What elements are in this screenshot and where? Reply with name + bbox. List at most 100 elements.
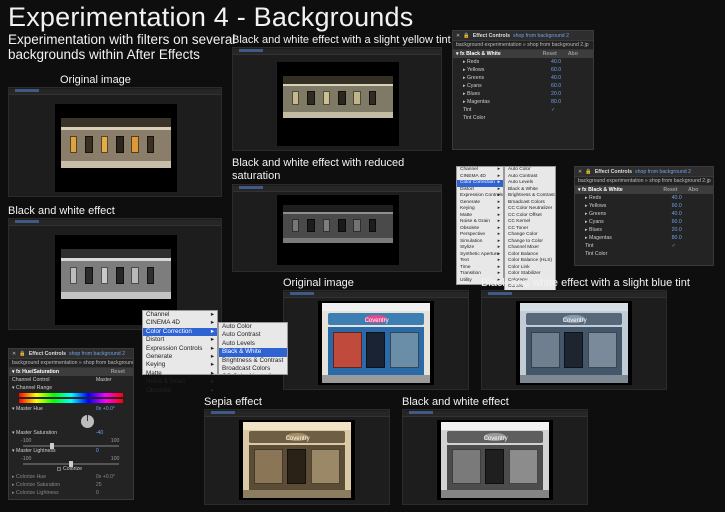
caption-bw-building: Black and white effect bbox=[8, 205, 115, 217]
reset-link[interactable]: Reset bbox=[543, 50, 568, 58]
menu-item[interactable]: Black & White bbox=[219, 348, 287, 357]
effect-controls-panel-hue[interactable]: ✕ 🔒 Effect Controls shop from background… bbox=[8, 348, 134, 500]
hue-dial[interactable] bbox=[9, 413, 133, 429]
lock-icon[interactable]: 🔒 bbox=[585, 169, 591, 175]
param-row-tint[interactable]: Tint ✓ bbox=[453, 106, 593, 114]
effect-controls-panel-yellow[interactable]: ✕ 🔒 Effect Controls shop from background… bbox=[452, 30, 594, 150]
building-image-bw bbox=[61, 249, 171, 299]
param-row-yellows[interactable]: ▸ Yellows 60.0 bbox=[575, 202, 713, 210]
param-row-tint[interactable]: Tint ✓ bbox=[575, 242, 713, 250]
menu-item[interactable]: CC Color Neutralizer bbox=[219, 373, 287, 374]
shop-image-sepia: Coventry bbox=[243, 422, 351, 498]
shop-image-color: Coventry bbox=[322, 303, 430, 383]
effect-header-row[interactable]: ▾ fx Hue/Saturation Reset bbox=[9, 368, 133, 376]
saturation-slider[interactable] bbox=[23, 443, 119, 449]
submenu-arrow-icon: ▸ bbox=[210, 336, 214, 344]
effect-controls-panel-blue[interactable]: ✕ 🔒 Effect Controls shop from background… bbox=[574, 166, 714, 266]
page-subtitle: Experimentation with filters on several … bbox=[8, 32, 236, 62]
menu-item[interactable]: Noise & Grain ▸ bbox=[143, 378, 217, 386]
effect-header-row[interactable]: ▾ fx Black & White Reset Abo bbox=[453, 50, 593, 58]
master-lightness-value[interactable]: 0 bbox=[96, 447, 133, 455]
menu-item[interactable]: Broadcast Colors bbox=[219, 365, 287, 373]
param-row-reds[interactable]: ▸ Reds 40.0 bbox=[575, 194, 713, 202]
comp-original-building bbox=[8, 87, 222, 197]
lock-icon[interactable]: 🔒 bbox=[463, 33, 469, 39]
submenu-arrow-icon: ▸ bbox=[210, 378, 214, 386]
menu-item[interactable]: Distort ▸ bbox=[143, 336, 217, 344]
menu-item[interactable]: CINEMA 4D ▸ bbox=[143, 319, 217, 327]
param-row-cyans[interactable]: ▸ Cyans 60.0 bbox=[453, 82, 593, 90]
submenu-arrow-icon: ▸ bbox=[210, 369, 214, 377]
menu-large-categories[interactable]: Channel ▸ CINEMA 4D ▸ Color Correction ▸ Disto… bbox=[142, 310, 218, 394]
param-row-magentas[interactable]: ▸ Magentas 80.0 bbox=[453, 98, 593, 106]
menu-large-effects[interactable]: Auto Color Auto Contrast Auto Levels Black … bbox=[218, 322, 288, 375]
master-hue-value[interactable]: 0x +0.0° bbox=[96, 405, 133, 413]
submenu-arrow-icon: ▸ bbox=[210, 386, 214, 394]
submenu-arrow-icon: ▸ bbox=[210, 327, 214, 335]
comp-bw-shop: Coventry bbox=[402, 409, 588, 505]
comp-bw-reduced bbox=[232, 184, 442, 272]
caption-original-building: Original image bbox=[60, 74, 131, 86]
fx-icon: fx bbox=[16, 369, 21, 375]
menu-item[interactable]: Color Correction ▸ bbox=[143, 327, 217, 337]
close-icon[interactable]: ✕ bbox=[12, 351, 16, 357]
shop-image-bw: Coventry bbox=[441, 422, 549, 498]
shop-image-blue: Coventry bbox=[520, 303, 628, 383]
lock-icon[interactable]: 🔒 bbox=[19, 351, 25, 357]
param-row-yellows[interactable]: ▸ Yellows 60.0 bbox=[453, 66, 593, 74]
about-link[interactable]: Abo bbox=[688, 186, 713, 194]
about-link[interactable]: Abo bbox=[568, 50, 593, 58]
menu-item[interactable]: Generate ▸ bbox=[143, 353, 217, 361]
caption-bw-shop: Black and white effect bbox=[402, 396, 509, 408]
comp-bw-yellow bbox=[232, 47, 442, 151]
param-row-blues[interactable]: ▸ Blues 20.0 bbox=[453, 90, 593, 98]
fx-icon: fx bbox=[460, 51, 465, 57]
param-row-cyans[interactable]: ▸ Cyans 60.0 bbox=[575, 218, 713, 226]
param-row-tint-color[interactable]: Tint Color bbox=[575, 250, 713, 258]
building-image-yellow bbox=[283, 76, 393, 118]
lightness-slider[interactable] bbox=[23, 461, 119, 467]
menu-item[interactable]: Keying ▸ bbox=[143, 361, 217, 369]
building-image-color bbox=[61, 118, 171, 168]
caption-bw-yellow: Black and white effect with a slight yel… bbox=[232, 34, 451, 46]
submenu-arrow-icon: ▸ bbox=[210, 361, 214, 369]
param-row-greens[interactable]: ▸ Greens 40.0 bbox=[453, 74, 593, 82]
menu-item[interactable]: Matte ▸ bbox=[143, 370, 217, 378]
menu-small-categories[interactable]: Channel ▸ CINEMA 4D ▸ Color Correction ▸ Disto… bbox=[456, 166, 504, 285]
comp-original-shop: Coventry bbox=[283, 290, 469, 390]
master-saturation-value[interactable]: -40 bbox=[96, 429, 133, 437]
submenu-arrow-icon: ▸ bbox=[210, 311, 214, 318]
effect-header-row[interactable]: ▾ fx Black & White Reset Abo bbox=[575, 186, 713, 194]
submenu-arrow-icon: ▸ bbox=[210, 352, 214, 360]
fx-icon: fx bbox=[582, 187, 587, 193]
submenu-arrow-icon: ▸ bbox=[210, 319, 214, 327]
page-title: Experimentation 4 - Backgrounds bbox=[8, 2, 414, 32]
building-image-reduced bbox=[283, 205, 393, 243]
comp-bw-blue: Coventry bbox=[481, 290, 667, 390]
caption-bw-blue: Black and white effect with a slight blu… bbox=[481, 277, 690, 289]
caption-sepia: Sepia effect bbox=[204, 396, 262, 408]
menu-item[interactable]: Brightness & Contrast bbox=[219, 357, 287, 365]
menu-item[interactable]: Obsolete ▸ bbox=[143, 387, 217, 395]
menu-item[interactable]: Channel ▸ bbox=[143, 311, 217, 319]
menu-item[interactable]: Auto Color bbox=[219, 323, 287, 331]
menu-item[interactable]: Expression Controls ▸ bbox=[143, 345, 217, 353]
param-row-magentas[interactable]: ▸ Magentas 80.0 bbox=[575, 234, 713, 242]
close-icon[interactable]: ✕ bbox=[578, 169, 582, 175]
param-row-tint-color[interactable]: Tint Color bbox=[453, 114, 593, 122]
channel-range-gradient bbox=[19, 393, 123, 397]
reset-link[interactable]: Reset bbox=[111, 368, 133, 376]
menu-item[interactable]: Auto Contrast bbox=[219, 331, 287, 339]
close-icon[interactable]: ✕ bbox=[456, 33, 460, 39]
comp-sepia: Coventry bbox=[204, 409, 390, 505]
channel-select[interactable]: Master bbox=[96, 376, 133, 384]
param-row-blues[interactable]: ▸ Blues 20.0 bbox=[575, 226, 713, 234]
menu-item[interactable]: Auto Levels bbox=[219, 340, 287, 348]
effect-menu-large[interactable]: Channel ▸ CINEMA 4D ▸ Color Correction ▸ Disto… bbox=[142, 310, 288, 394]
reset-link[interactable]: Reset bbox=[663, 186, 688, 194]
param-row-greens[interactable]: ▸ Greens 40.0 bbox=[575, 210, 713, 218]
colorize-checkbox[interactable] bbox=[57, 466, 61, 471]
caption-original-shop: Original image bbox=[283, 277, 354, 289]
effect-menu-small[interactable]: Channel ▸ CINEMA 4D ▸ Color Correction ▸ Disto… bbox=[456, 166, 566, 337]
param-row-reds[interactable]: ▸ Reds 40.0 bbox=[453, 58, 593, 66]
